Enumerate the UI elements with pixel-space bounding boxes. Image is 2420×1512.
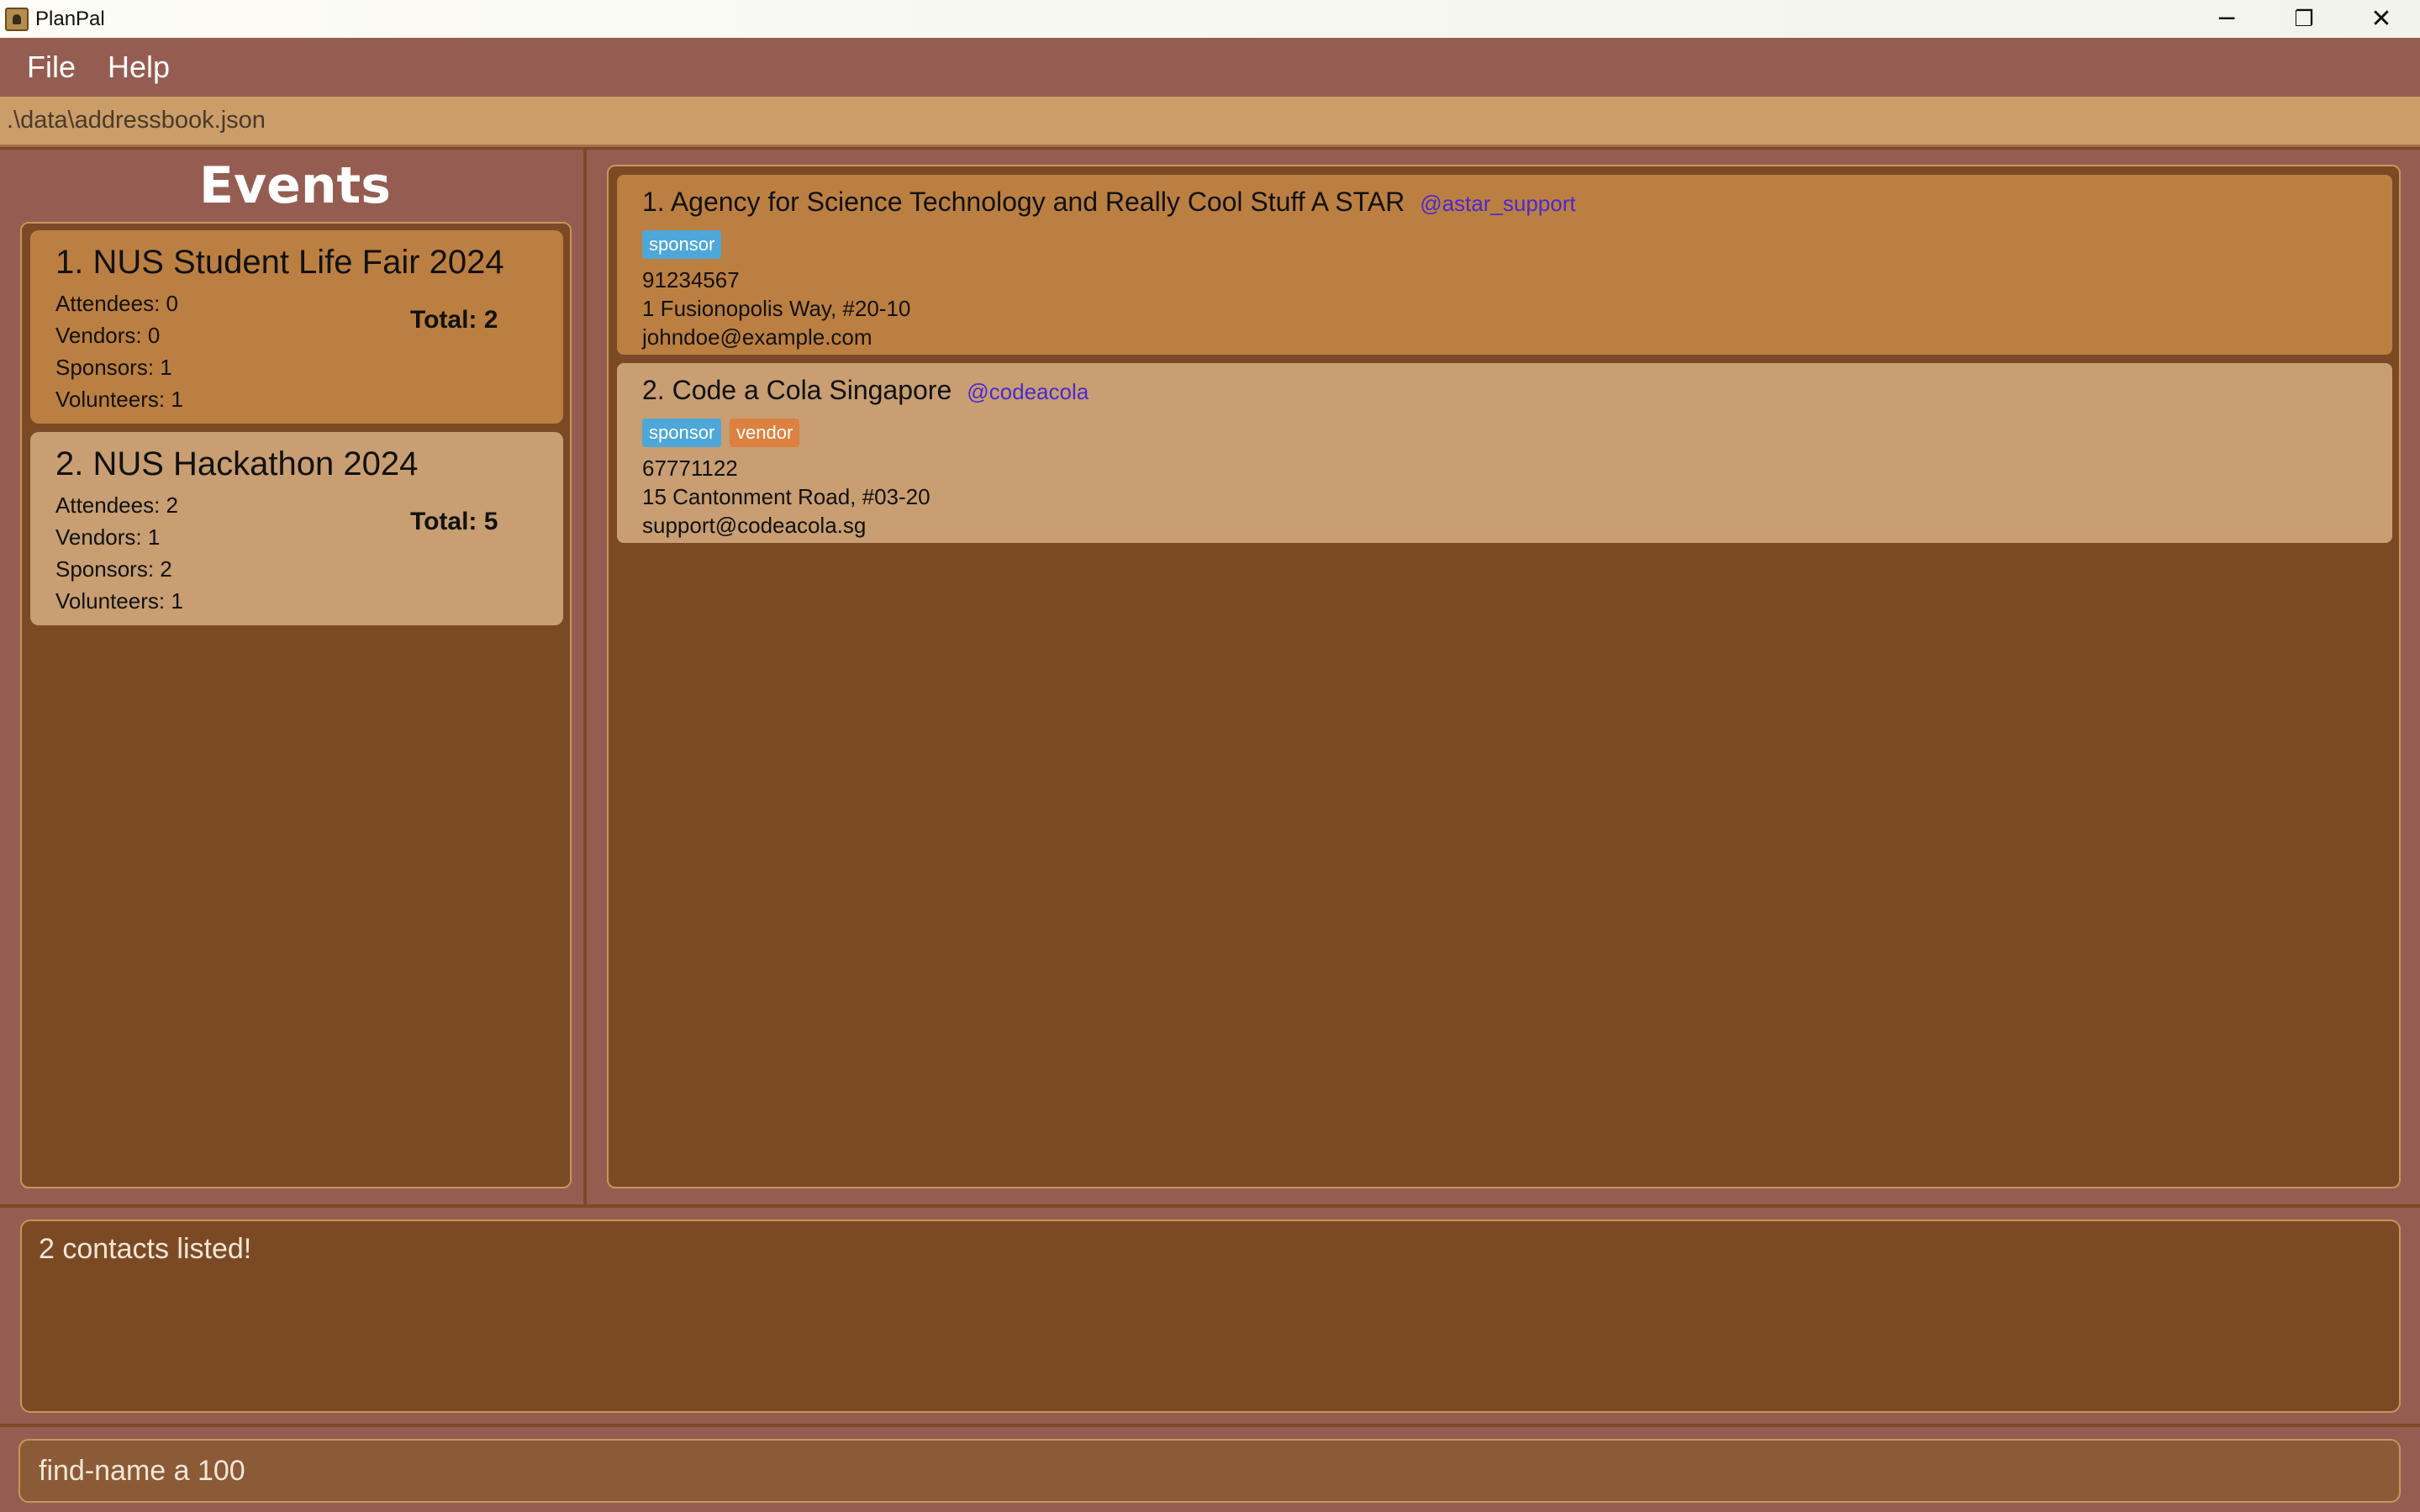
contact-name-row: 1. Agency for Science Technology and Rea… [642, 187, 1576, 218]
contact-name-row: 2. Code a Cola Singapore @codeacola [642, 375, 1089, 406]
contact-handle[interactable]: @astar_support [1420, 191, 1575, 216]
event-card[interactable]: 1. NUS Student Life Fair 2024 Attendees:… [30, 230, 563, 424]
tag-vendor: vendor [730, 419, 800, 447]
events-list[interactable]: 1. NUS Student Life Fair 2024 Attendees:… [20, 222, 572, 1188]
event-volunteers: Volunteers: 1 [55, 387, 183, 412]
contact-card[interactable]: 1. Agency for Science Technology and Rea… [617, 175, 2392, 355]
close-icon[interactable]: ✕ [2343, 0, 2420, 38]
events-title: Events [199, 156, 391, 215]
event-name: 1. NUS Student Life Fair 2024 [55, 244, 504, 281]
event-name: 2. NUS Hackathon 2024 [55, 445, 419, 482]
event-card[interactable]: 2. NUS Hackathon 2024 Attendees: 2 Vendo… [30, 432, 563, 625]
tag-sponsor: sponsor [642, 419, 722, 447]
contact-name: 1. Agency for Science Technology and Rea… [642, 187, 1405, 217]
event-volunteers: Volunteers: 1 [55, 588, 183, 614]
event-attendees: Attendees: 2 [55, 493, 178, 518]
file-path: .\data\addressbook.json [7, 107, 266, 134]
contact-address: 1 Fusionopolis Way, #20-10 [642, 296, 911, 321]
event-total: Total: 2 [410, 306, 498, 334]
contact-name: 2. Code a Cola Singapore [642, 375, 952, 405]
app-icon [5, 7, 29, 31]
window-title: PlanPal [35, 7, 105, 30]
command-box [18, 1439, 2401, 1503]
title-bar: PlanPal ─ ❐ ✕ [0, 0, 2420, 38]
event-sponsors: Sponsors: 1 [55, 355, 172, 380]
contact-email: johndoe@example.com [642, 324, 873, 350]
divider [0, 1424, 2420, 1427]
menu-file[interactable]: File [27, 50, 76, 85]
contact-handle[interactable]: @codeacola [967, 379, 1089, 404]
restore-icon[interactable]: ❐ [2265, 0, 2343, 38]
window-controls: ─ ❐ ✕ [2188, 0, 2420, 38]
contact-card[interactable]: 2. Code a Cola Singapore @codeacola spons… [617, 363, 2392, 543]
command-input[interactable] [39, 1454, 2399, 1488]
contact-email: support@codeacola.sg [642, 513, 867, 538]
result-text: 2 contacts listed! [39, 1233, 252, 1265]
event-total: Total: 5 [410, 508, 498, 535]
event-attendees: Attendees: 0 [55, 291, 178, 316]
contact-phone: 67771122 [642, 456, 738, 481]
event-vendors: Vendors: 1 [55, 524, 161, 550]
menu-bar: File Help [0, 38, 2420, 97]
events-panel: Events 1. NUS Student Life Fair 2024 Att… [3, 150, 587, 1206]
contact-phone: 91234567 [642, 267, 740, 292]
menu-help[interactable]: Help [108, 50, 170, 85]
minimize-icon[interactable]: ─ [2188, 0, 2265, 38]
result-display[interactable]: 2 contacts listed! [20, 1220, 2401, 1413]
tag-sponsor: sponsor [642, 230, 722, 259]
divider [0, 1204, 2420, 1208]
file-path-bar: .\data\addressbook.json [0, 97, 2420, 147]
event-sponsors: Sponsors: 2 [55, 556, 172, 582]
event-vendors: Vendors: 0 [55, 323, 161, 348]
contact-address: 15 Cantonment Road, #03-20 [642, 484, 931, 509]
contacts-list[interactable]: 1. Agency for Science Technology and Rea… [607, 165, 2401, 1188]
